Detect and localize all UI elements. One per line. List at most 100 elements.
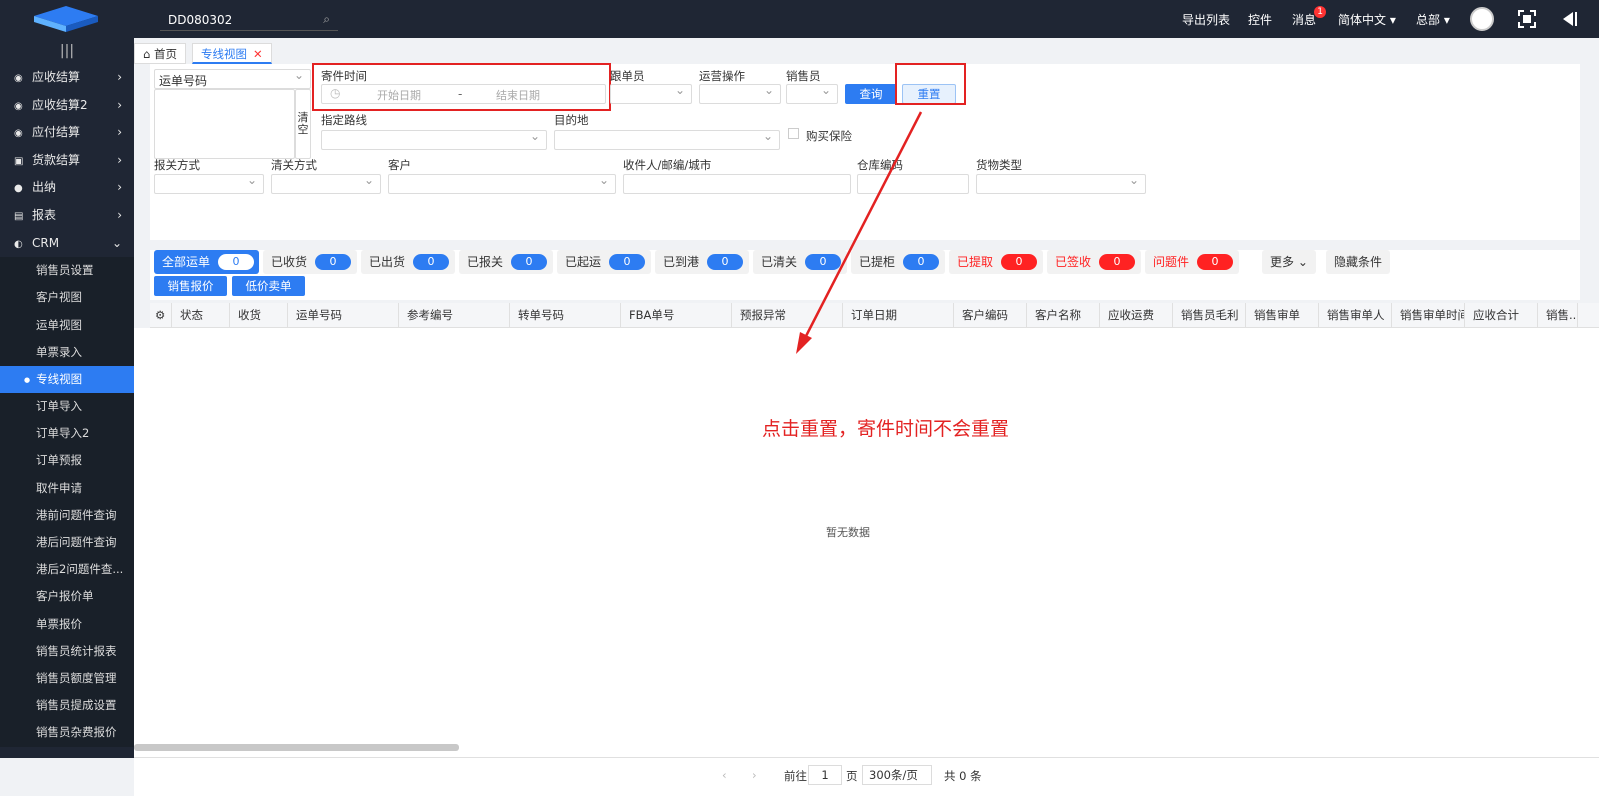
sidebar-item-label: 应付结算 [32,125,81,140]
sidebar-subitem[interactable]: 单票报价 [0,610,134,638]
sidebar-subitem[interactable]: 销售员统计报表 [0,637,134,665]
sidebar-subitem[interactable]: 订单导入2 [0,420,134,448]
page-size-select[interactable]: 300条/页 [862,765,932,785]
menu-collapse-icon[interactable]: ||| [0,38,134,64]
sidebar-subitem[interactable]: 销售员提成设置 [0,692,134,720]
column-header[interactable]: 客户名称 [1027,303,1100,327]
language-select[interactable]: 简体中文 ▾ [1338,11,1396,28]
column-header[interactable]: 收货 [230,303,288,327]
ops-select[interactable] [699,83,781,104]
receiver-input[interactable] [623,174,851,194]
gear-icon[interactable]: ⚙ [150,303,172,327]
column-header[interactable]: 销售审单 [1246,303,1319,327]
collapse-right-icon[interactable] [1560,10,1578,28]
follower-label: 跟单员 [610,69,645,83]
sidebar-subitem[interactable]: 取件申请 [0,474,134,502]
sidebar-subitem[interactable]: 港前问题件查询 [0,501,134,530]
status-chip[interactable]: 已清关 0 [753,250,847,274]
tab-home[interactable]: ⌂ 首页 [134,43,186,64]
org-select[interactable]: 总部 ▾ [1416,11,1450,28]
sidebar-subitem[interactable]: 单票录入 [0,338,134,366]
column-header[interactable]: 销售审单时间 [1392,303,1465,327]
global-search[interactable]: DD080302 ⌕ [160,9,338,31]
customs-declare-select[interactable] [154,173,264,194]
sidebar-subitem[interactable]: 客户视图 [0,284,134,312]
sidebar-subitem[interactable]: 销售员额度管理 [0,664,134,693]
status-chip[interactable]: 已出货 0 [361,250,455,274]
status-chip[interactable]: 已报关 0 [459,250,553,274]
sidebar-subitem[interactable]: 运单视图 [0,311,134,339]
status-chip[interactable]: 已到港 0 [655,250,749,274]
column-header[interactable]: 应收合计 [1465,303,1538,327]
page-size-value: 300条/页 [869,768,918,782]
status-chip[interactable]: 问题件 0 [1145,250,1239,274]
control-link[interactable]: 控件 [1248,11,1272,28]
export-list-link[interactable]: 导出列表 [1182,11,1230,28]
status-chip[interactable]: 全部运单 0 [154,250,259,274]
customer-select[interactable] [388,173,616,194]
column-header[interactable]: FBA单号 [621,303,732,327]
sidebar-subitem[interactable]: 订单导入 [0,393,134,421]
sidebar-item-goods-payment[interactable]: ▣ 货款结算 › [0,147,134,175]
status-chip-label: 已出货 [369,255,406,269]
fullscreen-icon[interactable] [1518,10,1536,28]
warehouse-input[interactable] [857,174,969,194]
column-header[interactable]: 状态 [172,303,230,327]
sidebar-subitem[interactable]: 订单预报 [0,447,134,475]
sidebar-item-crm[interactable]: ◐ CRM ⌄ [0,230,134,258]
prev-page-button[interactable]: ‹ [722,768,727,782]
sidebar-subitem[interactable]: 港后2问题件查... [0,556,134,584]
sidebar-item-cashier[interactable]: ● 出纳 › [0,174,134,202]
page-input[interactable]: 1 [808,765,842,785]
column-header[interactable]: 参考编号 [399,303,510,327]
message-link[interactable]: 消息 1 [1292,6,1327,28]
tab-line-view[interactable]: 专线视图 ✕ [192,43,272,64]
column-header[interactable]: 销售员毛利 [1173,303,1246,327]
sidebar-item-report[interactable]: ▤ 报表 › [0,202,134,230]
column-header[interactable]: 运单号码 [288,303,399,327]
column-header[interactable]: 销售... [1538,303,1578,327]
sidebar-subitem[interactable]: 销售员设置 [0,257,134,285]
column-header[interactable]: 订单日期 [843,303,954,327]
column-header[interactable]: 预报异常 [732,303,843,327]
sales-quote-button[interactable]: 销售报价 [154,276,227,296]
follower-select[interactable] [610,83,692,104]
more-button[interactable]: 更多 ⌄ [1262,250,1316,274]
route-select[interactable] [321,129,547,150]
sidebar-item-receivable2[interactable]: ◉ 应收结算2 › [0,92,134,120]
column-header[interactable]: 转单号码 [510,303,621,327]
sidebar-subitem[interactable]: 客户报价单 [0,583,134,611]
customs-clear-select[interactable] [271,173,381,194]
sidebar-subitem[interactable]: 销售员杂费报价 [0,719,134,747]
status-chip[interactable]: 已提柜 0 [851,250,945,274]
horizontal-scrollbar[interactable] [134,744,459,751]
goods-type-select[interactable] [976,173,1146,194]
close-icon[interactable]: ✕ [253,47,263,61]
column-header[interactable]: 客户编码 [954,303,1027,327]
destination-select[interactable] [554,129,780,150]
status-chip[interactable]: 已起运 0 [557,250,651,274]
column-header[interactable]: 销售审单人 [1319,303,1392,327]
sidebar-subitem[interactable]: 专线视图 [0,365,134,394]
waybill-textarea[interactable] [154,89,295,159]
hide-conditions-button[interactable]: 隐藏条件 [1326,250,1391,274]
column-header[interactable]: 应收运费 [1100,303,1173,327]
sales-select[interactable] [786,83,838,104]
clear-button[interactable]: 清空 [295,89,311,159]
receiver-label: 收件人/邮编/城市 [623,158,712,172]
status-chip[interactable]: 已提取 0 [949,250,1043,274]
sidebar-item-receivable[interactable]: ◉ 应收结算 › [0,64,134,92]
avatar[interactable] [1470,7,1494,31]
query-button[interactable]: 查询 [845,84,897,104]
insurance-checkbox[interactable] [788,128,799,139]
status-chip[interactable]: 已收货 0 [263,250,357,274]
next-page-button[interactable]: › [752,768,757,782]
status-chip[interactable]: 已签收 0 [1047,250,1141,274]
sidebar-item-payable[interactable]: ◉ 应付结算 › [0,119,134,147]
low-price-sale-button[interactable]: 低价卖单 [232,276,305,296]
chevron-right-icon: › [117,207,122,222]
waybill-type-select[interactable]: 运单号码 [154,68,311,89]
search-icon[interactable]: ⌕ [323,12,330,27]
search-input[interactable]: DD080302 [168,13,232,27]
sidebar-subitem[interactable]: 港后问题件查询 [0,529,134,557]
